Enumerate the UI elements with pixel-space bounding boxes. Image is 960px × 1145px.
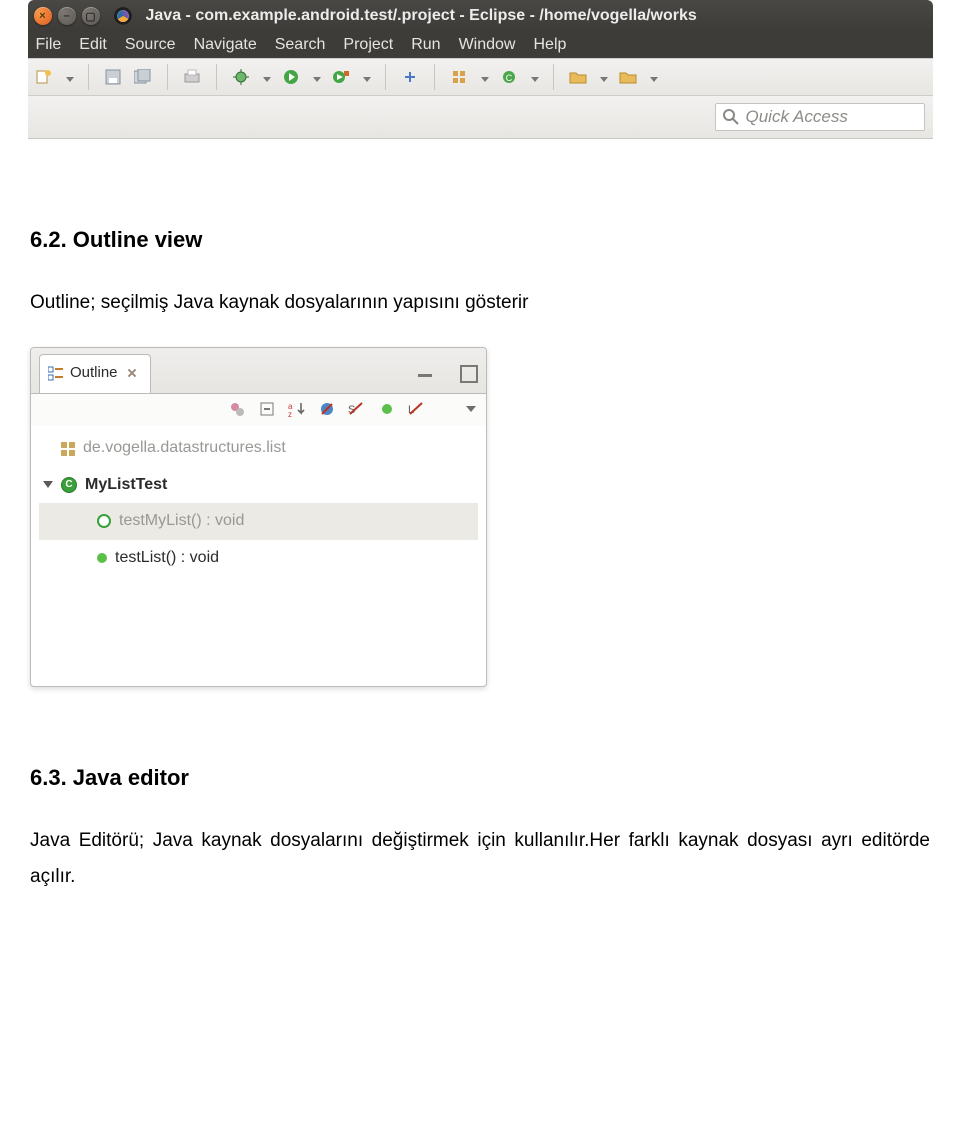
menu-project[interactable]: Project <box>343 36 393 54</box>
method-public-icon <box>97 514 111 528</box>
menu-edit[interactable]: Edit <box>79 36 107 54</box>
chevron-down-icon[interactable] <box>648 68 658 86</box>
print-icon[interactable] <box>182 67 202 87</box>
save-icon[interactable] <box>103 67 123 87</box>
menu-navigate[interactable]: Navigate <box>194 36 257 54</box>
menu-file[interactable]: File <box>36 36 62 54</box>
maximize-icon[interactable]: ▢ <box>82 7 100 25</box>
outline-tab-row: Outline <box>31 348 486 395</box>
outline-toolbar: az S L <box>31 394 486 426</box>
tab-outline[interactable]: Outline <box>39 354 151 394</box>
chevron-down-icon[interactable] <box>479 68 489 86</box>
focus-icon[interactable] <box>228 400 246 418</box>
debug-icon[interactable] <box>231 67 251 87</box>
svg-text:C: C <box>505 73 512 83</box>
method-name: testMyList() : void <box>119 506 244 536</box>
section-heading-outline-view: 6.2. Outline view <box>30 219 930 261</box>
android-tool-icon[interactable] <box>400 67 420 87</box>
minimize-icon[interactable]: – <box>58 7 76 25</box>
open-folder-icon[interactable] <box>618 67 638 87</box>
section-heading-java-editor: 6.3. Java editor <box>30 757 930 799</box>
class-icon: C <box>61 477 77 493</box>
chevron-down-icon[interactable] <box>361 68 371 86</box>
new-package-icon[interactable] <box>449 67 469 87</box>
menu-run[interactable]: Run <box>411 36 440 54</box>
method-public-icon <box>97 553 107 563</box>
sort-az-icon[interactable]: az <box>288 400 306 418</box>
tree-method-row[interactable]: testList() : void <box>39 540 478 576</box>
hide-nonpublic-icon[interactable] <box>378 400 396 418</box>
chevron-down-icon[interactable] <box>261 68 271 86</box>
minimize-icon[interactable] <box>418 370 432 377</box>
open-folder-icon[interactable] <box>568 67 588 87</box>
chevron-down-icon[interactable] <box>64 68 74 86</box>
menu-search[interactable]: Search <box>275 36 326 54</box>
tree-method-row[interactable]: testMyList() : void <box>39 503 478 539</box>
save-all-icon[interactable] <box>133 67 153 87</box>
new-wizard-icon[interactable] <box>34 67 54 87</box>
paragraph-java-editor-desc: Java Editörü; Java kaynak dosyalarını de… <box>30 823 930 895</box>
tree-class-row[interactable]: C MyListTest <box>39 467 478 503</box>
menubar: File Edit Source Navigate Search Project… <box>28 32 933 58</box>
svg-text:z: z <box>288 410 292 417</box>
toolbar: C <box>28 58 933 96</box>
quick-access-row: Quick Access <box>28 96 933 139</box>
outline-icon <box>48 365 64 381</box>
search-icon <box>722 108 740 126</box>
menu-window[interactable]: Window <box>459 36 516 54</box>
chevron-down-icon[interactable] <box>529 68 539 86</box>
outline-view-panel: Outline az S <box>30 347 487 687</box>
tab-label: Outline <box>70 359 118 388</box>
menu-help[interactable]: Help <box>533 36 566 54</box>
chevron-down-icon[interactable] <box>598 68 608 86</box>
window-title: Java - com.example.android.test/.project… <box>146 7 697 25</box>
chevron-down-icon[interactable] <box>311 68 321 86</box>
package-icon <box>61 442 75 456</box>
menu-source[interactable]: Source <box>125 36 176 54</box>
run-last-icon[interactable] <box>331 67 351 87</box>
hide-fields-icon[interactable] <box>318 400 336 418</box>
window-controls: × – ▢ <box>34 7 100 25</box>
close-icon[interactable] <box>124 365 140 381</box>
quick-access-placeholder: Quick Access <box>746 107 848 127</box>
package-name: de.vogella.datastructures.list <box>83 433 286 463</box>
class-name: MyListTest <box>85 470 167 500</box>
close-icon[interactable]: × <box>34 7 52 25</box>
maximize-icon[interactable] <box>460 365 478 383</box>
collapse-all-icon[interactable] <box>258 400 276 418</box>
outline-tree: de.vogella.datastructures.list C MyListT… <box>31 426 486 686</box>
chevron-down-icon[interactable] <box>43 481 53 488</box>
eclipse-app-icon <box>114 7 132 25</box>
method-name: testList() : void <box>115 543 219 573</box>
document-body: 6.2. Outline view Outline; seçilmiş Java… <box>2 139 958 961</box>
paragraph-outline-desc: Outline; seçilmiş Java kaynak dosyaların… <box>30 285 930 321</box>
tree-package-row[interactable]: de.vogella.datastructures.list <box>39 430 478 466</box>
hide-static-icon[interactable]: S <box>348 400 366 418</box>
quick-access-input[interactable]: Quick Access <box>715 103 925 131</box>
run-icon[interactable] <box>281 67 301 87</box>
titlebar: × – ▢ Java - com.example.android.test/.p… <box>28 0 933 32</box>
view-menu-icon[interactable] <box>466 406 476 412</box>
new-class-icon[interactable]: C <box>499 67 519 87</box>
hide-local-icon[interactable]: L <box>408 400 426 418</box>
eclipse-window: × – ▢ Java - com.example.android.test/.p… <box>28 0 933 139</box>
